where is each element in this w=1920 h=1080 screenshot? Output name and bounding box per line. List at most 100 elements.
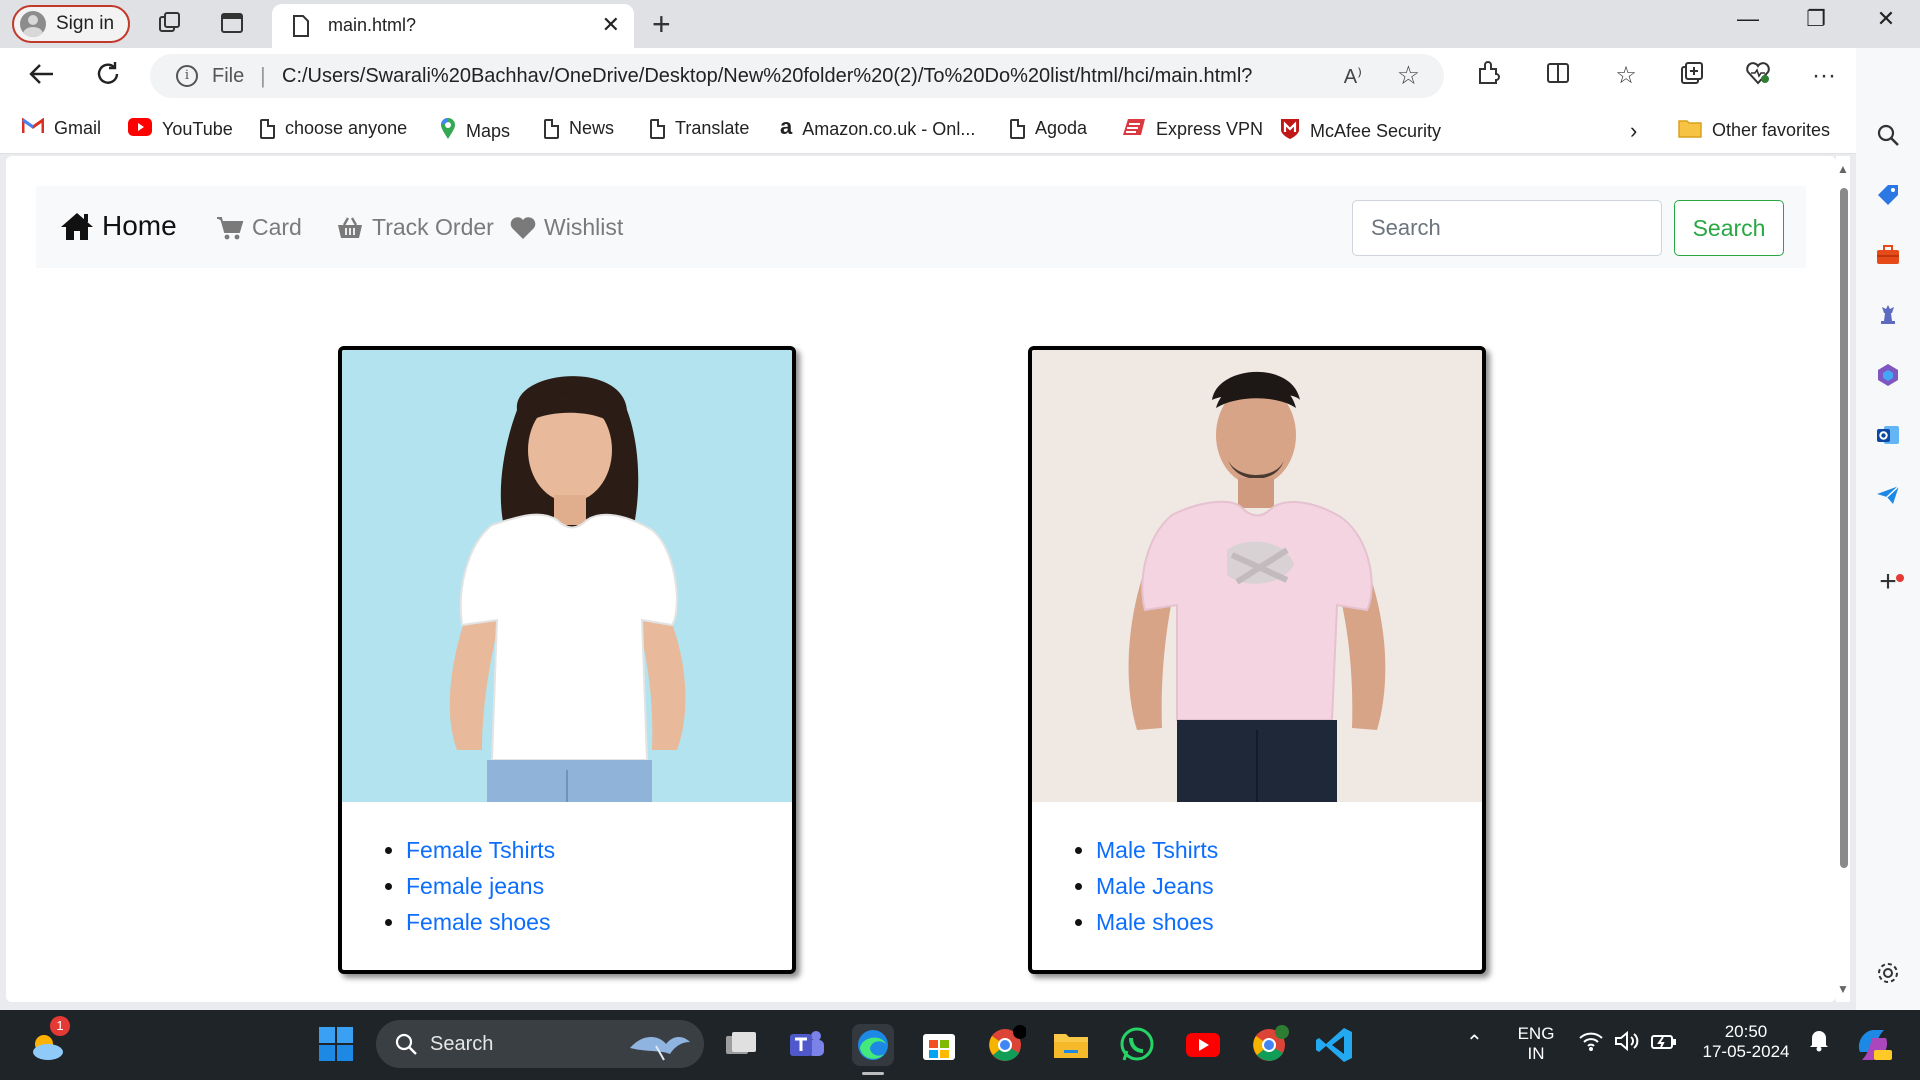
clock[interactable]: 20:50 17-05-2024 [1694, 1022, 1798, 1062]
windows-start-icon[interactable] [316, 1024, 358, 1066]
shopping-tag-icon[interactable] [1874, 182, 1902, 210]
gmail-icon [21, 117, 45, 139]
nav-home-link[interactable]: Home [60, 210, 177, 242]
battery-icon[interactable] [1650, 1030, 1678, 1057]
male-jeans-link[interactable]: Male Jeans [1096, 873, 1214, 899]
scroll-up-arrow-icon[interactable]: ▲ [1837, 162, 1849, 176]
folder-icon [1678, 118, 1702, 143]
close-window-icon[interactable]: ✕ [1866, 6, 1906, 32]
nav-card-label: Card [252, 214, 302, 240]
chrome-profile-icon[interactable] [1248, 1024, 1290, 1066]
new-tab-button[interactable]: + [652, 6, 671, 43]
favorite-label: choose anyone [285, 118, 408, 138]
favorite-amazon[interactable]: a Amazon.co.uk - Onl... [780, 114, 975, 140]
male-tshirts-link[interactable]: Male Tshirts [1096, 837, 1218, 863]
windows-taskbar: 1 Search ⌃ ENG IN 20:50 17-05-2024 [0, 1010, 1920, 1080]
female-tshirts-link[interactable]: Female Tshirts [406, 837, 555, 863]
refresh-icon[interactable] [92, 60, 124, 92]
vertical-tabs-icon[interactable] [218, 10, 246, 38]
favorite-mcafee[interactable]: McAfee Security [1280, 118, 1441, 145]
taskbar-search-box[interactable]: Search [376, 1020, 704, 1068]
product-card-female: Female Tshirts Female jeans Female shoes [338, 346, 796, 974]
other-favorites-folder[interactable]: Other favorites [1678, 118, 1830, 143]
favorite-label: Agoda [1035, 118, 1088, 138]
avatar-icon [20, 11, 46, 37]
add-sidebar-app-icon[interactable]: + [1874, 567, 1902, 597]
site-search-input[interactable] [1352, 200, 1662, 256]
scroll-down-arrow-icon[interactable]: ▼ [1837, 982, 1849, 996]
workspaces-icon[interactable] [156, 10, 184, 38]
favorite-star-icon[interactable]: ☆ [1397, 60, 1420, 91]
scrollbar-thumb[interactable] [1840, 188, 1848, 868]
vscode-icon[interactable] [1314, 1024, 1356, 1066]
games-chess-icon[interactable] [1874, 302, 1902, 330]
page-viewport: Home Card Track Order Wishlist Search Se… [6, 156, 1836, 1002]
tab-main-html[interactable]: main.html? ✕ [272, 4, 634, 48]
chrome-icon[interactable] [984, 1024, 1027, 1066]
whatsapp-icon[interactable] [1116, 1024, 1158, 1066]
read-aloud-icon[interactable]: A⁾ [1344, 64, 1362, 89]
volume-icon[interactable] [1614, 1030, 1640, 1057]
favorite-translate[interactable]: Translate [650, 118, 749, 139]
close-tab-icon[interactable]: ✕ [602, 12, 620, 38]
sign-in-button[interactable]: Sign in [12, 5, 130, 43]
tools-briefcase-icon[interactable] [1874, 242, 1902, 270]
favorite-agoda[interactable]: Agoda [1010, 118, 1087, 139]
teams-icon[interactable] [786, 1024, 828, 1066]
notification-bell-icon[interactable] [1808, 1028, 1830, 1057]
male-shoes-link[interactable]: Male shoes [1096, 909, 1214, 935]
edge-browser-icon[interactable] [852, 1024, 894, 1066]
page-scrollbar[interactable]: ▲ ▼ [1836, 156, 1850, 1002]
heart-icon [510, 216, 536, 239]
collections-icon[interactable] [1676, 60, 1708, 92]
restore-icon[interactable]: ❐ [1796, 6, 1836, 32]
nav-track-order-label: Track Order [372, 214, 494, 240]
nav-wishlist-link[interactable]: Wishlist [510, 214, 623, 241]
task-view-icon[interactable] [720, 1024, 762, 1066]
female-jeans-link[interactable]: Female jeans [406, 873, 544, 899]
favorite-news[interactable]: News [544, 118, 614, 139]
send-telegram-icon[interactable] [1874, 482, 1902, 510]
copilot-taskbar-icon[interactable] [1852, 1024, 1894, 1066]
site-search-button[interactable]: Search [1674, 200, 1784, 256]
favorites-icon[interactable]: ☆ [1610, 60, 1642, 92]
amazon-icon: a [780, 114, 793, 139]
minimize-icon[interactable]: — [1728, 6, 1768, 32]
tray-overflow-chevron-icon[interactable]: ⌃ [1466, 1030, 1483, 1055]
address-bar[interactable]: i File | C:/Users/Swarali%20Bachhav/OneD… [150, 54, 1444, 98]
language-indicator[interactable]: ENG IN [1516, 1024, 1556, 1064]
site-info-icon[interactable]: i [176, 65, 198, 87]
file-explorer-icon[interactable] [1050, 1024, 1092, 1066]
youtube-app-icon[interactable] [1182, 1024, 1224, 1066]
male-category-list: Male Tshirts Male Jeans Male shoes [1064, 832, 1218, 940]
back-arrow-icon[interactable] [26, 60, 58, 92]
more-options-icon[interactable]: ··· [1808, 60, 1840, 92]
url-text[interactable]: C:/Users/Swarali%20Bachhav/OneDrive/Desk… [282, 65, 1252, 88]
nav-card-link[interactable]: Card [216, 214, 302, 241]
split-screen-icon[interactable] [1542, 60, 1574, 92]
sidebar-search-icon[interactable] [1874, 122, 1902, 150]
list-item: Male shoes [1096, 904, 1218, 940]
microsoft-store-icon[interactable] [918, 1024, 960, 1066]
sidebar-settings-gear-icon[interactable] [1874, 960, 1902, 988]
favorite-expressvpn[interactable]: Express VPN [1122, 118, 1263, 141]
list-item: Female shoes [406, 904, 555, 940]
nav-track-order-link[interactable]: Track Order [336, 214, 494, 241]
favorite-youtube[interactable]: YouTube [128, 118, 233, 141]
list-item: Female Tshirts [406, 832, 555, 868]
browser-essentials-icon[interactable] [1742, 60, 1774, 92]
favorite-label: Express VPN [1156, 119, 1264, 139]
favorites-overflow-chevron-icon[interactable]: › [1630, 118, 1637, 144]
female-shoes-link[interactable]: Female shoes [406, 909, 550, 935]
address-separator: | [260, 63, 266, 88]
tab-title: main.html? [328, 15, 417, 35]
microsoft365-icon[interactable] [1874, 362, 1902, 390]
favorite-label: McAfee Security [1310, 121, 1442, 141]
favorite-choose-anyone[interactable]: choose anyone [260, 118, 407, 139]
favorite-maps[interactable]: Maps [440, 118, 510, 145]
document-icon [650, 118, 665, 139]
outlook-icon[interactable] [1874, 422, 1902, 450]
wifi-icon[interactable] [1578, 1030, 1604, 1057]
extensions-icon[interactable] [1472, 60, 1504, 92]
favorite-gmail[interactable]: Gmail [21, 117, 101, 139]
